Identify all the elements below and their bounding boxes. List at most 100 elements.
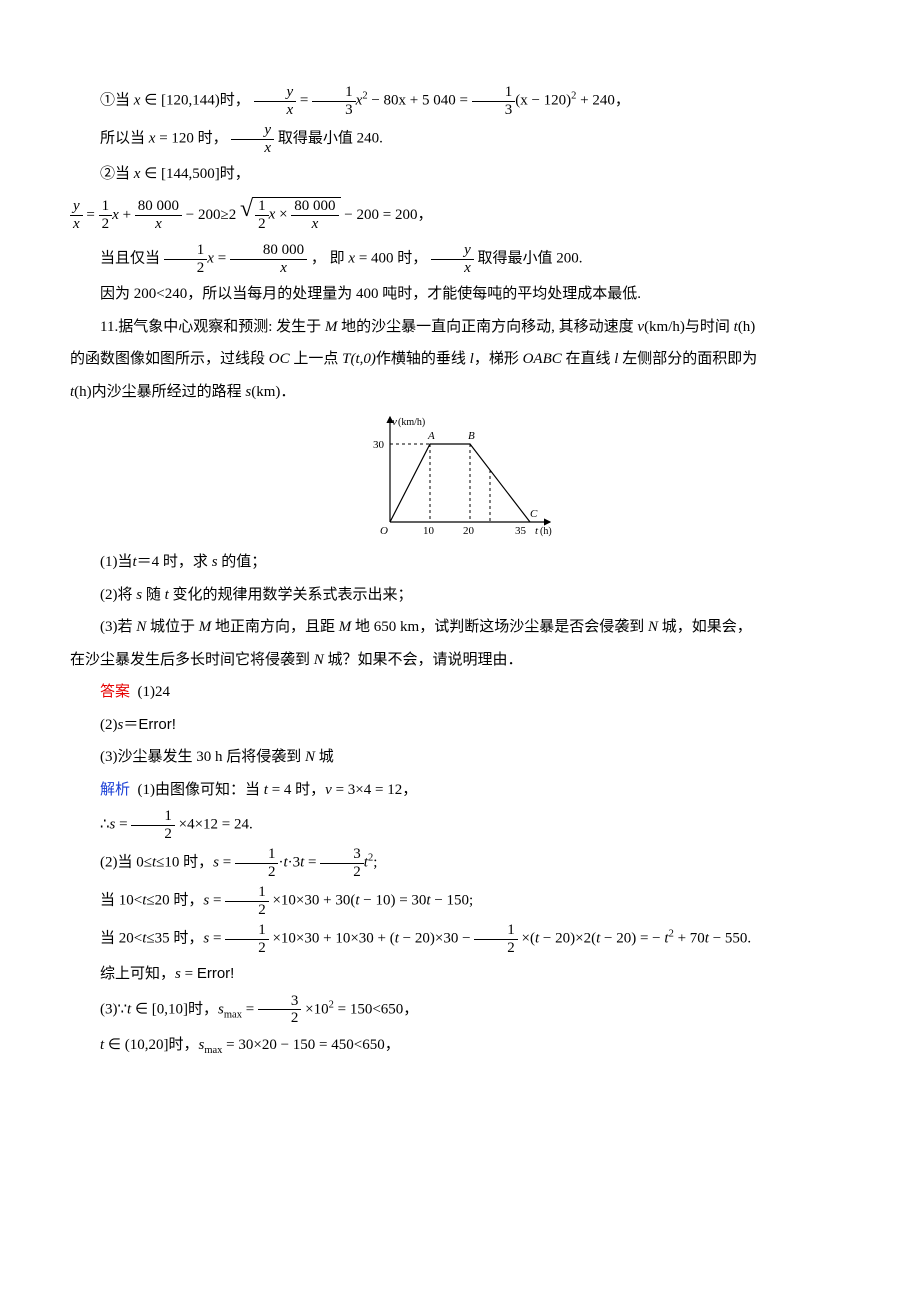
analysis-2c: 当 20<t≤35 时，s = 12 ×10×30 + 10×30 + (t −… — [70, 922, 850, 956]
text: ∈ [144,500]时， — [140, 166, 249, 182]
var-M: M — [325, 319, 338, 335]
paragraph: 的函数图像如图所示，过线段 OC 上一点 T(t,0)作横轴的垂线 l，梯形 O… — [70, 345, 850, 374]
svg-text:B: B — [468, 430, 475, 442]
text: 当且仅当 — [100, 251, 164, 267]
text: (x − 120) — [515, 92, 571, 108]
question-3: (3)若 N 城位于 M 地正南方向，且距 M 地 650 km，试判断这场沙尘… — [70, 613, 850, 642]
paragraph: 所以当 x = 120 时， yx 取得最小值 240. — [70, 122, 850, 156]
text: ·3 — [288, 855, 301, 871]
text: ×10×30 + 30( — [272, 893, 355, 909]
fraction: 12 — [474, 922, 518, 956]
svg-text:30: 30 — [373, 439, 385, 451]
text: ①当 — [100, 92, 134, 108]
text: ＝4 时，求 — [137, 554, 212, 570]
fraction: 12 — [235, 846, 279, 880]
fraction: 12 — [131, 808, 175, 842]
fraction: 13 — [472, 84, 516, 118]
text: 综上可知， — [100, 966, 175, 982]
text: ≤10 时， — [156, 855, 213, 871]
text: 地正南方向，且距 — [211, 619, 339, 635]
text: = — [300, 92, 312, 108]
var-OC: OC — [269, 351, 290, 367]
svg-text:A: A — [427, 430, 435, 442]
text: ∈ (10,20]时， — [104, 1037, 198, 1053]
problem-11: 11.据气象中心观察和预测: 发生于 M 地的沙尘暴一直向正南方向移动, 其移动… — [70, 313, 850, 342]
fraction: yx — [70, 198, 83, 232]
text: ，梯形 — [474, 351, 523, 367]
text: 地的沙尘暴一直向正南方向移动, 其移动速度 — [337, 319, 637, 335]
svg-text:O: O — [380, 525, 388, 537]
svg-text:10: 10 — [423, 525, 435, 537]
question-2: (2)将 s 随 t 变化的规律用数学关系式表示出来； — [70, 581, 850, 610]
exponent: 2 — [362, 90, 367, 101]
svg-text:t: t — [535, 525, 539, 537]
fraction: 12 — [225, 922, 269, 956]
analysis-2a: (2)当 0≤t≤10 时，s = 12·t·3t = 32t2; — [70, 846, 850, 880]
paragraph: 当且仅当 12x = 80 000x ， 即 x = 400 时， yx 取得最… — [70, 242, 850, 276]
text: ≤35 时， — [146, 931, 203, 947]
text: = — [209, 893, 225, 909]
var-N: N — [305, 749, 315, 765]
text: 变化的规律用数学关系式表示出来； — [169, 587, 413, 603]
fraction: yx — [231, 122, 274, 156]
var-M: M — [199, 619, 212, 635]
analysis-1b: ∴s = 12 ×4×12 = 24. — [70, 808, 850, 842]
text: = — [209, 931, 225, 947]
velocity-chart: A B C O 30 10 20 35 t(h) v(km/h) — [360, 412, 560, 542]
analysis-2d: 综上可知，s = Error! — [70, 960, 850, 989]
error-text: Error! — [138, 716, 176, 733]
text: 随 — [142, 587, 165, 603]
error-text: Error! — [197, 965, 235, 982]
text: = — [86, 207, 98, 223]
fraction: 12 — [99, 198, 113, 232]
subscript: max — [204, 1045, 222, 1056]
text: − 10) = 30 — [359, 893, 426, 909]
analysis-label: 解析 — [100, 782, 130, 798]
fraction: 32 — [320, 846, 364, 880]
var-N: N — [314, 652, 324, 668]
text: 当 10< — [100, 893, 142, 909]
text: ＝ — [123, 717, 138, 733]
svg-text:20: 20 — [463, 525, 475, 537]
text: ×10 — [305, 1001, 328, 1017]
text: ×4×12 = 24. — [179, 817, 253, 833]
text: (3)∵ — [100, 1001, 127, 1017]
text: 11.据气象中心观察和预测: 发生于 — [100, 319, 325, 335]
text: × — [279, 207, 291, 223]
text: + 70 — [674, 931, 705, 947]
svg-text:v: v — [392, 416, 397, 428]
answer-block: 答案 (1)24 — [70, 678, 850, 707]
text: − 80x + 5 040 = — [371, 92, 471, 108]
answer-label: 答案 — [100, 684, 130, 700]
text: = — [181, 966, 197, 982]
question-3b: 在沙尘暴发生后多长时间它将侵袭到 N 城？如果不会，请说明理由． — [70, 646, 850, 675]
var-N: N — [648, 619, 658, 635]
text: (1)24 — [138, 684, 171, 700]
text: 在沙尘暴发生后多长时间它将侵袭到 — [70, 652, 314, 668]
svg-text:C: C — [530, 508, 538, 520]
text: − 20)×30 − — [399, 931, 474, 947]
answer-3: (3)沙尘暴发生 30 h 后将侵袭到 N 城 — [70, 743, 850, 772]
text: + — [123, 207, 135, 223]
text: 因为 200<240，所以当每月的处理量为 400 吨时，才能使每吨的平均处理成… — [100, 286, 641, 302]
fraction: yx — [254, 84, 297, 118]
analysis-2b: 当 10<t≤20 时，s = 12 ×10×30 + 30(t − 10) =… — [70, 884, 850, 918]
text: 城 — [315, 749, 334, 765]
var-N: N — [136, 619, 146, 635]
var-v: v — [325, 782, 332, 798]
text: ×10×30 + 10×30 + ( — [272, 931, 394, 947]
text: − 150; — [431, 893, 474, 909]
text: 在直线 — [562, 351, 615, 367]
text: (km/h)与时间 — [644, 319, 734, 335]
tuple: (t,0) — [350, 351, 375, 367]
text: 上一点 — [290, 351, 343, 367]
fraction: 12 — [255, 198, 269, 232]
text: ; — [373, 855, 377, 871]
text: = 30×20 − 150 = 450<650， — [222, 1037, 399, 1053]
question-1: (1)当t＝4 时，求 s 的值； — [70, 548, 850, 577]
analysis-3b: t ∈ (10,20]时，smax = 30×20 − 150 = 450<65… — [70, 1031, 850, 1061]
text: 城位于 — [146, 619, 199, 635]
text: 作横轴的垂线 — [376, 351, 470, 367]
text: 地 650 km，试判断这场沙尘暴是否会侵袭到 — [351, 619, 648, 635]
document-page: ①当 x ∈ [120,144)时， yx = 13x2 − 80x + 5 0… — [0, 0, 920, 1125]
